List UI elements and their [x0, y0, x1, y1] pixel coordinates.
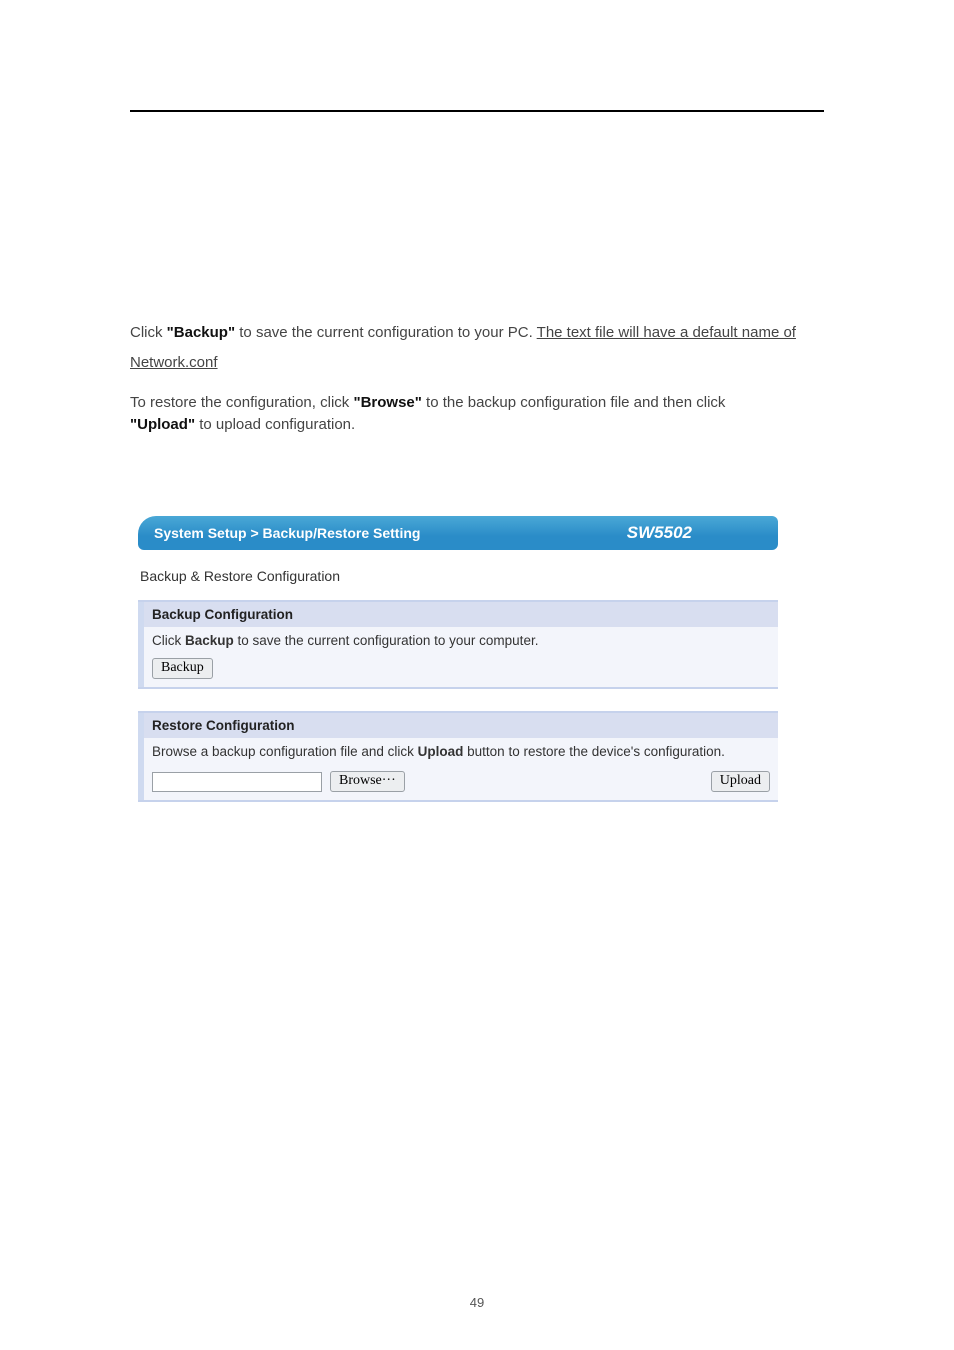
backup-panel-text: Click Backup to save the current configu…: [144, 627, 778, 654]
restore-panel-text: Browse a backup configuration file and c…: [144, 738, 778, 765]
backup-button[interactable]: Backup: [152, 658, 213, 679]
doc-paragraph-1: Click "Backup" to save the current confi…: [130, 322, 824, 344]
breadcrumb: System Setup > Backup/Restore Setting: [154, 525, 420, 541]
backup-text-pre: Click: [152, 633, 185, 648]
restore-panel: Restore Configuration Browse a backup co…: [138, 711, 778, 802]
doc-p3-browse: "Browse": [353, 394, 421, 411]
restore-text-post: button to restore the device's configura…: [463, 744, 724, 759]
doc-p3-mid: to the backup configuration file and the…: [422, 394, 726, 411]
restore-file-input[interactable]: [152, 772, 322, 792]
doc-p2b-underline: Network.conf: [130, 352, 218, 374]
restore-text-bold: Upload: [418, 744, 464, 759]
backup-panel: Backup Configuration Click Backup to sav…: [138, 600, 778, 689]
device-model: SW5502: [627, 523, 762, 543]
doc-p3-post: to upload configuration.: [195, 416, 355, 433]
page-number: 49: [0, 1295, 954, 1310]
doc-paragraph-3b: "Upload" to upload configuration.: [130, 414, 824, 436]
doc-paragraph-3: To restore the configuration, click "Bro…: [130, 392, 824, 414]
doc-p3-pre: To restore the configuration, click: [130, 394, 353, 411]
browse-button[interactable]: Browse···: [330, 771, 405, 792]
figure-block: System Setup > Backup/Restore Setting SW…: [130, 516, 824, 802]
backup-text-bold: Backup: [185, 633, 234, 648]
header-rule: [130, 110, 824, 112]
restore-panel-heading: Restore Configuration: [144, 713, 778, 738]
restore-text-pre: Browse a backup configuration file and c…: [152, 744, 418, 759]
upload-button[interactable]: Upload: [711, 771, 770, 792]
doc-p3-upload: "Upload": [130, 416, 195, 433]
section-title: Backup & Restore Configuration: [140, 568, 778, 584]
backup-text-post: to save the current configuration to you…: [234, 633, 539, 648]
doc-p1-backup: "Backup": [167, 324, 235, 341]
backup-panel-heading: Backup Configuration: [144, 602, 778, 627]
page-header-bar: System Setup > Backup/Restore Setting SW…: [138, 516, 778, 550]
doc-p1-pre: Click: [130, 324, 167, 341]
doc-p2a-underline: The text file will have a default name o…: [537, 324, 796, 341]
doc-p1-post: to save the current configuration to you…: [235, 324, 537, 341]
